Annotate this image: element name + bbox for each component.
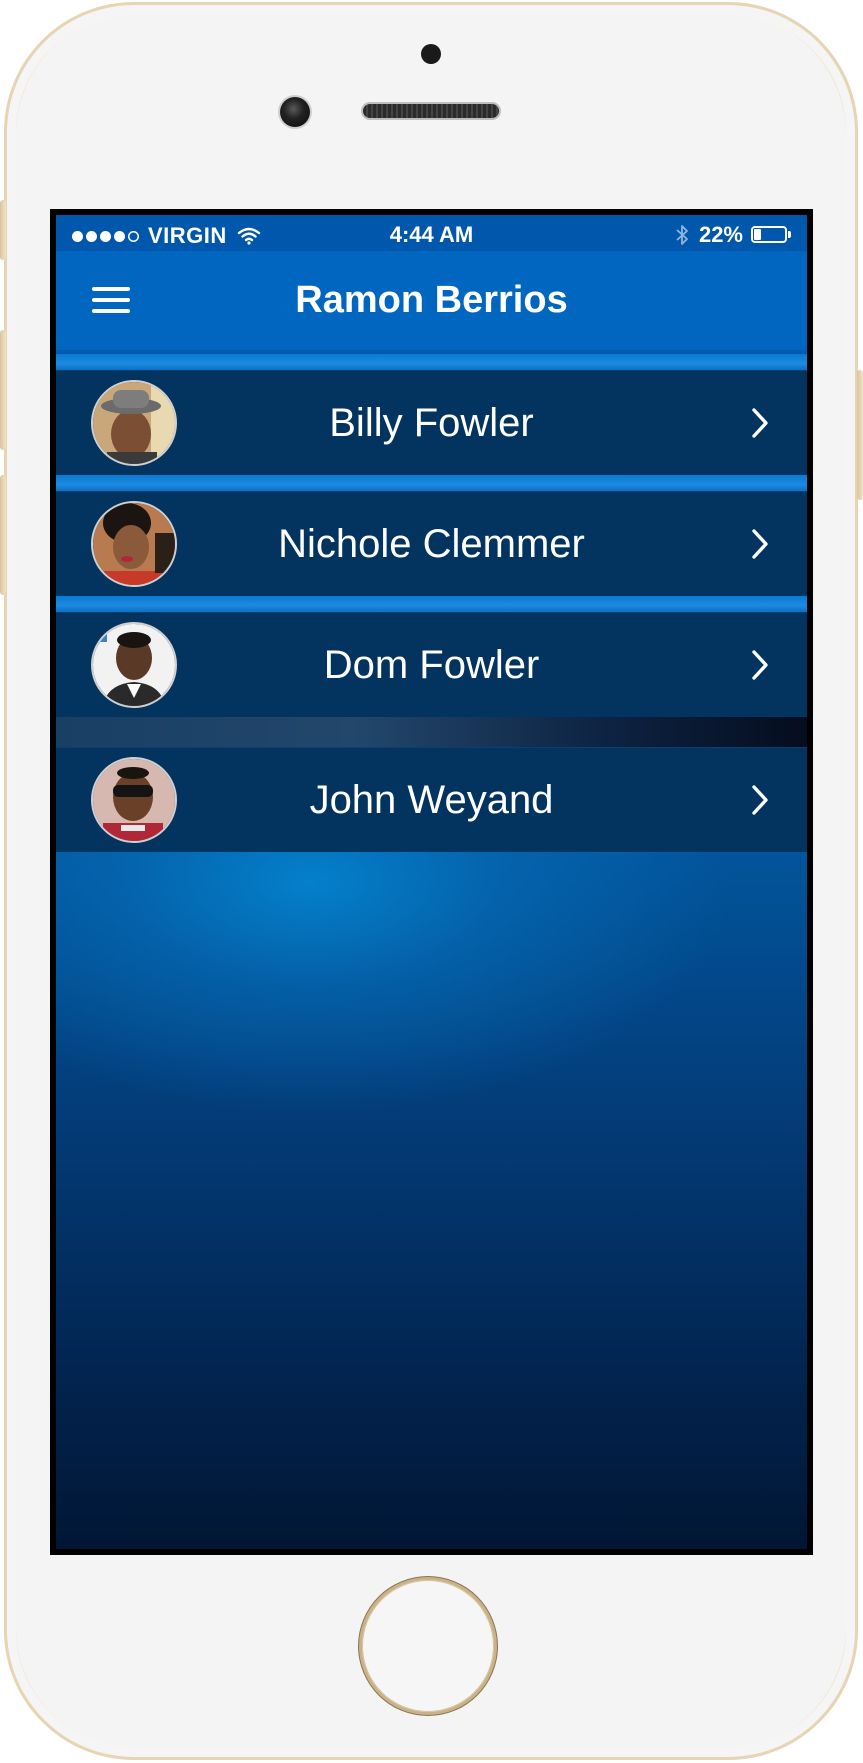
chevron-right-icon xyxy=(752,408,768,438)
contact-row-dom-fowler[interactable]: Dom Fowler xyxy=(56,612,807,717)
contact-name: Nichole Clemmer xyxy=(278,522,585,566)
proximity-sensor xyxy=(421,44,441,64)
page-title: Ramon Berrios xyxy=(295,279,568,321)
navigation-bar: Ramon Berrios xyxy=(56,251,807,354)
contact-row-billy-fowler[interactable]: Billy Fowler xyxy=(56,370,807,475)
volume-up-button xyxy=(0,330,6,450)
battery-percentage: 22% xyxy=(698,222,743,247)
power-button xyxy=(857,370,863,500)
volume-down-button xyxy=(0,475,6,595)
status-right-group: 22% xyxy=(675,222,793,248)
earpiece-speaker xyxy=(363,104,499,118)
battery-icon xyxy=(751,225,793,245)
list-separator xyxy=(56,354,807,370)
list-separator xyxy=(56,717,807,747)
chevron-right-icon xyxy=(752,529,768,559)
list-separator xyxy=(56,596,807,612)
contact-name: Dom Fowler xyxy=(323,643,540,687)
status-bar: VIRGIN 4:44 AM 22% xyxy=(56,215,807,251)
contact-row-john-weyand[interactable]: John Weyand xyxy=(56,747,807,852)
chevron-right-icon xyxy=(752,650,768,680)
battery-fill xyxy=(754,229,761,240)
mute-switch xyxy=(0,200,6,260)
contact-name: Billy Fowler xyxy=(329,401,534,445)
contact-list: Billy Fowler Nichole Clemmer Dom Fowler … xyxy=(56,354,807,852)
home-button[interactable] xyxy=(362,1580,494,1712)
list-separator xyxy=(56,475,807,491)
battery-tip xyxy=(788,231,791,238)
front-camera-icon xyxy=(280,97,310,127)
contact-row-nichole-clemmer[interactable]: Nichole Clemmer xyxy=(56,491,807,596)
phone-screen: VIRGIN 4:44 AM 22% Ramon Berrios Billy F… xyxy=(50,209,813,1555)
chevron-right-icon xyxy=(752,785,768,815)
bluetooth-icon xyxy=(676,225,688,245)
contact-name: John Weyand xyxy=(309,778,554,822)
